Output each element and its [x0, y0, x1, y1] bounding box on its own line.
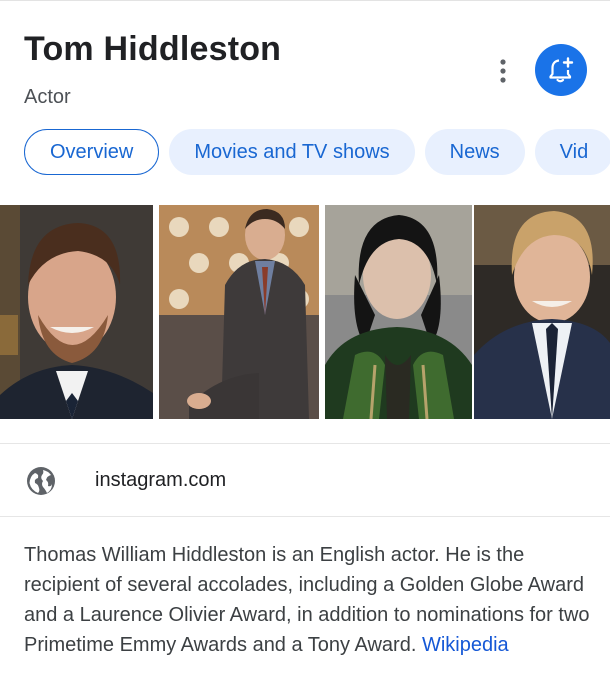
image-tile-4[interactable] — [474, 205, 610, 419]
divider — [0, 443, 610, 444]
follow-notification-button[interactable] — [535, 44, 587, 96]
tab-movies-and-tv-shows[interactable]: Movies and TV shows — [169, 129, 415, 175]
tab-news[interactable]: News — [424, 129, 525, 175]
bell-plus-icon — [549, 57, 574, 83]
person-in-suit-image — [474, 205, 610, 419]
divider — [0, 516, 610, 517]
entity-description: Thomas William Hiddleston is an English … — [24, 540, 594, 660]
source-domain: instagram.com — [95, 469, 227, 491]
page-title: Tom Hiddleston — [24, 30, 282, 68]
character-costume-image — [325, 205, 472, 419]
image-tile-1[interactable] — [0, 205, 153, 419]
seated-portrait-image — [159, 205, 319, 419]
portrait-image — [0, 205, 153, 419]
tab-bar: Overview Movies and TV shows News Vid — [24, 129, 610, 175]
tab-videos[interactable]: Vid — [534, 129, 610, 175]
image-tile-3[interactable] — [325, 205, 472, 419]
entity-subtitle: Actor — [24, 86, 71, 108]
image-tile-2[interactable] — [159, 205, 319, 419]
more-vert-icon — [500, 59, 506, 83]
more-options-button[interactable] — [490, 58, 516, 84]
wikipedia-link[interactable]: Wikipedia — [422, 634, 509, 656]
image-carousel — [0, 205, 610, 419]
top-divider — [0, 0, 610, 1]
source-link[interactable]: instagram.com — [0, 450, 610, 510]
tab-overview[interactable]: Overview — [24, 129, 160, 175]
globe-icon — [27, 467, 55, 495]
